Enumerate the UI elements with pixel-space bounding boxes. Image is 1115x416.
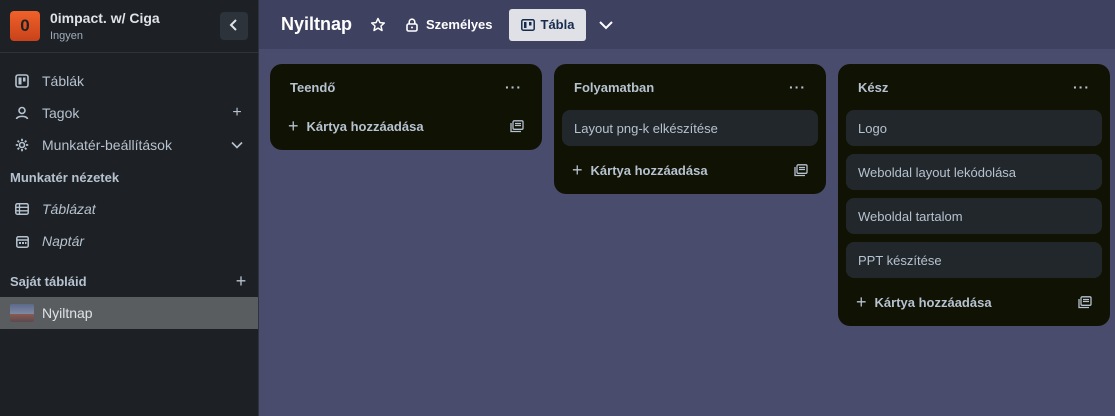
list-in-progress: Folyamatban ··· Layout png-k elkészítése…	[554, 64, 826, 194]
list-menu-button[interactable]: ···	[505, 79, 522, 95]
workspace-header: 0 0impact. w/ Ciga Ingyen	[0, 0, 258, 53]
card[interactable]: Logo	[846, 110, 1102, 146]
sidebar-item-label: Naptár	[42, 233, 85, 249]
collapse-sidebar-button[interactable]	[220, 12, 248, 40]
list-title[interactable]: Teendő	[290, 80, 335, 95]
list-menu-button[interactable]: ···	[789, 79, 806, 95]
person-icon	[14, 106, 30, 120]
plus-icon: +	[856, 292, 867, 312]
list-header[interactable]: Folyamatban ···	[562, 64, 818, 110]
your-boards-heading: Saját tábláid +	[10, 270, 248, 292]
add-card-label: Kártya hozzáadása	[874, 294, 992, 310]
chevron-down-icon[interactable]	[598, 20, 614, 30]
add-card-button[interactable]: + Kártya hozzáadása	[846, 286, 1102, 318]
sidebar-item-label: Munkatér-beállítások	[42, 137, 172, 153]
card[interactable]: Weboldal tartalom	[846, 198, 1102, 234]
calendar-icon	[14, 235, 30, 248]
template-icon[interactable]	[794, 163, 808, 177]
add-member-button[interactable]: +	[230, 104, 244, 122]
card[interactable]: Weboldal layout lekódolása	[846, 154, 1102, 190]
sidebar-item-calendar-view[interactable]: Naptár	[0, 225, 258, 257]
plus-icon: +	[288, 116, 299, 136]
visibility-label: Személyes	[426, 17, 493, 32]
add-card-label: Kártya hozzáadása	[590, 162, 708, 178]
workspace-views-heading: Munkatér nézetek	[10, 169, 120, 185]
sidebar-board-item[interactable]: Nyiltnap	[0, 297, 258, 329]
list-header[interactable]: Kész ···	[846, 64, 1102, 110]
table-icon	[14, 203, 30, 215]
add-card-button[interactable]: + Kártya hozzáadása	[562, 154, 818, 186]
list-todo: Teendő ··· + Kártya hozzáadása	[270, 64, 542, 150]
sidebar-item-members[interactable]: Tagok +	[0, 97, 258, 129]
board-view-icon	[520, 18, 535, 31]
card[interactable]: Layout png-k elkészítése	[562, 110, 818, 146]
sidebar-item-table-view[interactable]: Táblázat	[0, 193, 258, 225]
list-done: Kész ··· Logo Weboldal layout lekódolása…	[838, 64, 1110, 326]
workspace-logo[interactable]: 0	[10, 11, 40, 41]
board-thumbnail	[10, 304, 34, 322]
chevron-left-icon	[229, 18, 239, 34]
board-view-label: Tábla	[540, 17, 575, 32]
lock-icon	[406, 17, 418, 32]
sidebar-item-label: Tagok	[42, 105, 80, 121]
sidebar-item-boards[interactable]: Táblák	[0, 65, 258, 97]
board-title[interactable]: Nyiltnap	[281, 14, 352, 35]
workspace-name[interactable]: 0impact. w/ Ciga	[50, 10, 220, 26]
plus-icon: +	[572, 160, 583, 180]
list-menu-button[interactable]: ···	[1073, 79, 1090, 95]
template-icon[interactable]	[1078, 295, 1092, 309]
add-board-button[interactable]: +	[234, 271, 248, 292]
chevron-down-icon[interactable]	[230, 136, 244, 154]
visibility-button[interactable]: Személyes	[406, 17, 493, 32]
board-header: Nyiltnap Személyes Tábla	[259, 0, 1115, 49]
board-view-button[interactable]: Tábla	[508, 8, 587, 41]
board-canvas: Teendő ··· + Kártya hozzáadása Folyamatb…	[259, 49, 1115, 416]
board-icon	[14, 74, 30, 88]
list-header[interactable]: Teendő ···	[278, 64, 534, 110]
sidebar-item-settings[interactable]: Munkatér-beállítások	[0, 129, 258, 161]
workspace-plan: Ingyen	[50, 30, 84, 42]
template-icon[interactable]	[510, 119, 524, 133]
card[interactable]: PPT készítése	[846, 242, 1102, 278]
gear-icon	[14, 138, 30, 152]
add-card-label: Kártya hozzáadása	[306, 118, 424, 134]
sidebar-item-label: Táblák	[42, 73, 85, 89]
star-icon[interactable]	[370, 17, 386, 33]
board-item-label: Nyiltnap	[42, 305, 93, 321]
list-title[interactable]: Folyamatban	[574, 80, 654, 95]
sidebar: 0 0impact. w/ Ciga Ingyen Táblák Tagok +…	[0, 0, 259, 416]
list-title[interactable]: Kész	[858, 80, 888, 95]
add-card-button[interactable]: + Kártya hozzáadása	[278, 110, 534, 142]
sidebar-item-label: Táblázat	[42, 201, 96, 217]
workspace-info: 0impact. w/ Ciga Ingyen	[50, 10, 220, 42]
